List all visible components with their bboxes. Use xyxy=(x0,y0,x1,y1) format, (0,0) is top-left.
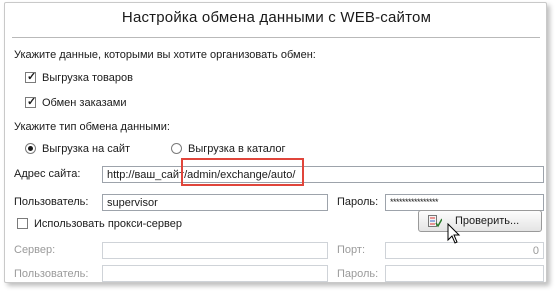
password-input[interactable]: **************** xyxy=(385,194,544,211)
checkbox-use-proxy-label: Использовать прокси-сервер xyxy=(34,218,182,230)
checkbox-use-proxy[interactable] xyxy=(17,218,28,229)
title-separator xyxy=(12,37,540,38)
username-input[interactable]: supervisor xyxy=(102,194,328,211)
username-label: Пользователь: xyxy=(14,196,89,208)
password-label: Пароль: xyxy=(337,196,379,208)
url-path-highlight xyxy=(181,158,304,186)
proxy-server-input[interactable] xyxy=(102,242,328,259)
exchange-type-prompt: Укажите тип обмена данными: xyxy=(14,121,170,133)
site-address-label: Адрес сайта: xyxy=(14,168,81,180)
proxy-server-label: Сервер: xyxy=(14,244,56,256)
dialog-title: Настройка обмена данными с WEB-сайтом xyxy=(121,9,432,26)
checkbox-exchange-orders-label: Обмен заказами xyxy=(42,97,127,109)
checklist-icon xyxy=(428,215,442,228)
check-button-label: Проверить... xyxy=(455,215,520,227)
radio-export-to-site-label: Выгрузка на сайт xyxy=(42,143,131,155)
radio-selected-dot xyxy=(28,146,33,151)
proxy-username-label: Пользователь: xyxy=(14,268,89,280)
proxy-password-input[interactable] xyxy=(385,265,544,282)
proxy-username-input[interactable] xyxy=(102,265,328,282)
checkbox-export-goods-label: Выгрузка товаров xyxy=(42,72,133,84)
check-mark-icon: ✓ xyxy=(27,96,37,108)
mouse-cursor-icon xyxy=(447,223,461,244)
check-button[interactable]: Проверить... xyxy=(418,210,542,232)
radio-export-to-catalog[interactable] xyxy=(171,143,182,154)
checkbox-exchange-orders[interactable]: ✓ xyxy=(25,96,37,108)
proxy-password-label: Пароль: xyxy=(337,268,379,280)
proxy-port-label: Порт: xyxy=(337,244,365,256)
proxy-port-input[interactable]: 0 xyxy=(385,242,544,259)
exchange-data-prompt: Укажите данные, которыми вы хотите орган… xyxy=(14,49,316,61)
check-mark-icon: ✓ xyxy=(27,71,37,83)
radio-export-to-site[interactable] xyxy=(25,143,36,154)
checkbox-export-goods[interactable]: ✓ xyxy=(25,71,37,83)
exchange-settings-panel: Настройка обмена данными с WEB-сайтом Ук… xyxy=(4,2,547,283)
site-address-input[interactable]: http://ваш_сайт/admin/exchange/auto/ xyxy=(102,166,544,183)
radio-export-to-catalog-label: Выгрузка в каталог xyxy=(188,143,286,155)
